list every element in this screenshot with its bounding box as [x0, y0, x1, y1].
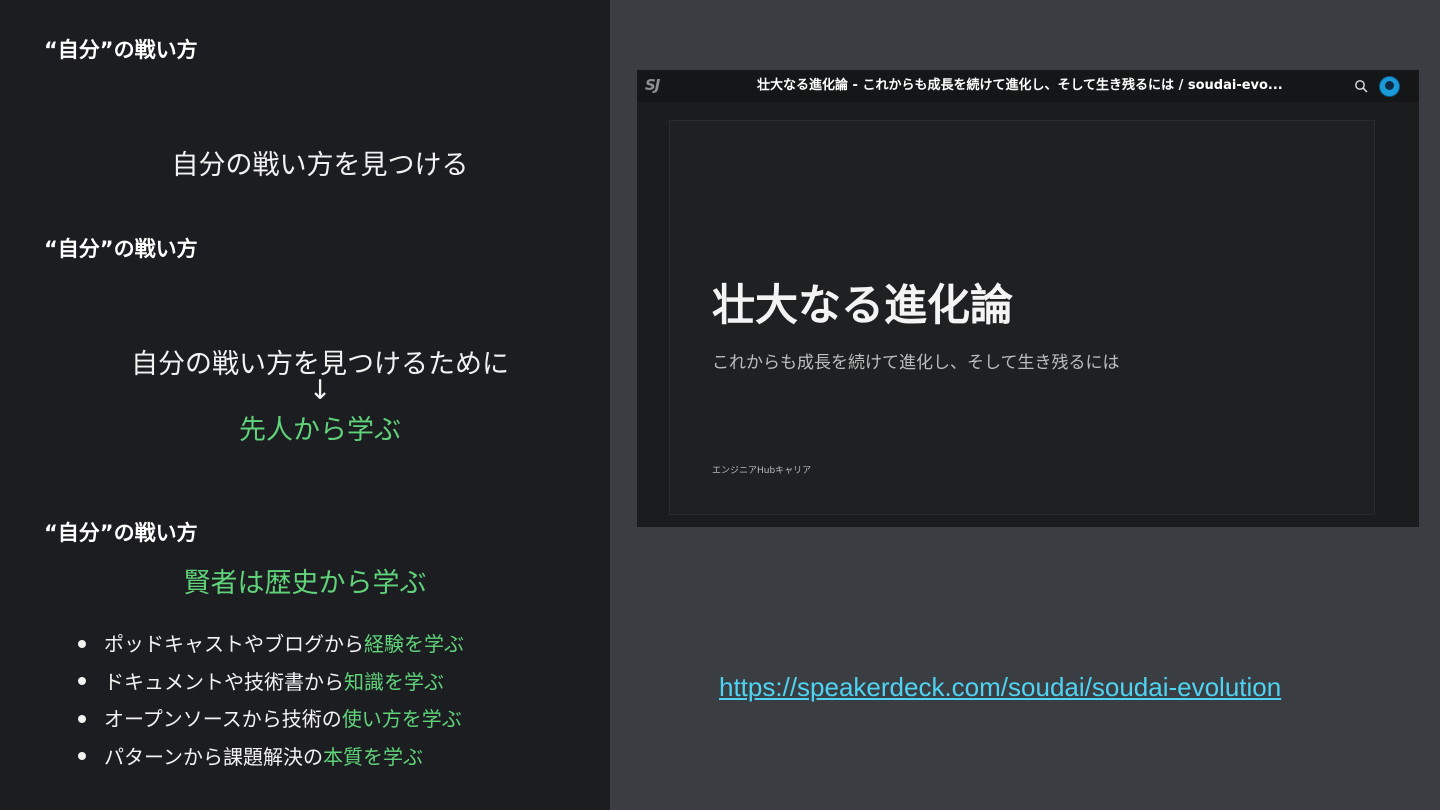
bullet-highlight: 経験を学ぶ	[364, 632, 464, 656]
bullet-item: オープンソースから技術の使い方を学ぶ	[78, 703, 464, 741]
bullet-highlight: 使い方を学ぶ	[341, 707, 462, 731]
slide-subtitle: これからも成長を続けて進化し、そして生き残るには	[712, 353, 1120, 373]
slide-canvas: “自分”の戦い方 自分の戦い方を見つける “自分”の戦い方 自分の戦い方を見つけ…	[0, 0, 1440, 810]
deck-slide-preview[interactable]: 壮大なる進化論 これからも成長を続けて進化し、そして生き残るには エンジニアHu…	[669, 120, 1375, 515]
bullet-list: ポッドキャストやブログから経験を学ぶ ドキュメントや技術書から知識を学ぶ オープ…	[78, 628, 464, 778]
bullet-item: パターンから課題解決の本質を学ぶ	[78, 741, 464, 779]
bullet-text: パターンから課題解決の	[104, 744, 323, 769]
speakerdeck-link[interactable]: https://speakerdeck.com/soudai/soudai-ev…	[719, 672, 1281, 703]
bullet-text: ポッドキャストやブログから	[104, 632, 364, 656]
search-icon[interactable]	[1354, 79, 1368, 93]
section-heading-1: “自分”の戦い方	[44, 38, 198, 62]
slide-footer: エンジニアHubキャリア	[712, 466, 812, 476]
bullet-highlight: 知識を学ぶ	[344, 669, 444, 694]
section-heading-2: “自分”の戦い方	[44, 237, 198, 261]
section-subheading: 賢者は歴史から学ぶ	[183, 568, 427, 599]
bullet-text: オープンソースから技術の	[104, 707, 342, 731]
bullet-text: ドキュメントや技術書から	[104, 669, 344, 694]
bullet-item: ポッドキャストやブログから経験を学ぶ	[78, 628, 464, 666]
bullet-dot	[78, 677, 86, 685]
speakerdeck-logo[interactable]: SJ	[645, 76, 660, 94]
down-arrow: ↓	[308, 375, 332, 406]
left-panel: “自分”の戦い方 自分の戦い方を見つける “自分”の戦い方 自分の戦い方を見つけ…	[0, 0, 610, 810]
bullet-highlight: 本質を学ぶ	[323, 744, 423, 769]
bullet-dot	[78, 714, 86, 723]
user-avatar-icon[interactable]	[1379, 76, 1400, 97]
bullet-dot	[78, 639, 86, 648]
slide-title: 壮大なる進化論	[712, 281, 1013, 331]
section-heading-3: “自分”の戦い方	[44, 521, 198, 545]
speakerdeck-header: SJ 壮大なる進化論 - これからも成長を続けて進化し、そして生き残るには / …	[637, 70, 1419, 102]
bullet-item: ドキュメントや技術書から知識を学ぶ	[78, 666, 464, 704]
speakerdeck-screenshot[interactable]: SJ 壮大なる進化論 - これからも成長を続けて進化し、そして生き残るには / …	[637, 70, 1419, 527]
section-line-2: 先人から学ぶ	[239, 415, 401, 446]
section-body-1: 自分の戦い方を見つける	[171, 150, 469, 181]
deck-title: 壮大なる進化論 - これからも成長を続けて進化し、そして生き残るには / sou…	[757, 78, 1283, 93]
bullet-dot	[78, 752, 86, 760]
